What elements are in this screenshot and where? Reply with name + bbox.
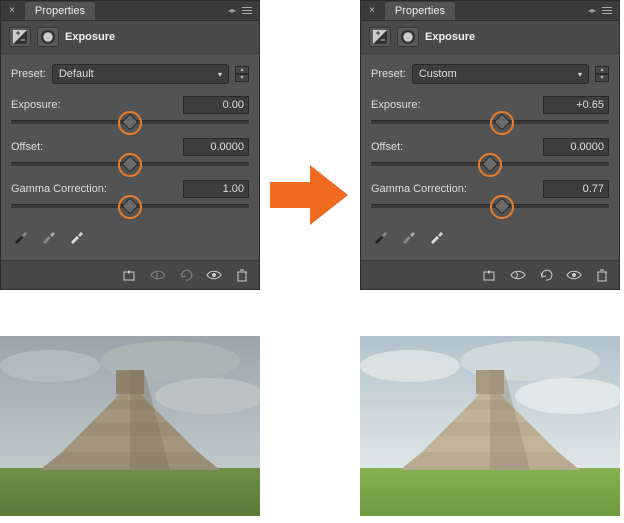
gamma-thumb[interactable]: [493, 198, 510, 215]
collapse-icon[interactable]: ◂▸: [585, 6, 599, 15]
eyedropper-row: [11, 222, 249, 254]
panel-footer: [361, 260, 619, 289]
preview-image-after: [360, 336, 620, 516]
reset-icon[interactable]: [537, 267, 555, 283]
preset-value: Default: [59, 68, 94, 80]
eyedropper-black-icon[interactable]: [13, 228, 29, 244]
exposure-slider-group: Exposure: 0.00: [11, 96, 249, 124]
panel-footer: [1, 260, 259, 289]
exposure-thumb[interactable]: [122, 114, 139, 131]
clip-to-layer-icon[interactable]: [481, 267, 499, 283]
eyedropper-white-icon[interactable]: [69, 228, 85, 244]
collapse-icon[interactable]: ◂▸: [225, 6, 239, 15]
eyedropper-gray-icon[interactable]: [41, 228, 57, 244]
exposure-value[interactable]: +0.65: [543, 96, 609, 114]
properties-panel-after: × Properties ◂▸ Exposure Preset: Custom …: [360, 0, 620, 290]
adjustment-header: Exposure: [361, 21, 619, 54]
preview-image-before: [0, 336, 260, 516]
gamma-track[interactable]: [11, 204, 249, 208]
eyedropper-row: [371, 222, 609, 254]
trash-icon[interactable]: [233, 267, 251, 283]
clip-to-layer-icon[interactable]: [121, 267, 139, 283]
gamma-value[interactable]: 0.77: [543, 180, 609, 198]
exposure-label: Exposure:: [11, 99, 61, 111]
exposure-adjustment-icon[interactable]: [369, 27, 391, 47]
preset-row: Preset: Default ▾ ▴▾: [11, 64, 249, 84]
eyedropper-black-icon[interactable]: [373, 228, 389, 244]
adjustment-header: Exposure: [1, 21, 259, 54]
preset-value: Custom: [419, 68, 457, 80]
transition-arrow: [270, 160, 350, 230]
offset-track[interactable]: [371, 162, 609, 166]
panel-titlebar: × Properties ◂▸: [361, 1, 619, 21]
visibility-icon[interactable]: [205, 267, 223, 283]
exposure-slider-group: Exposure: +0.65: [371, 96, 609, 124]
exposure-track[interactable]: [371, 120, 609, 124]
exposure-value[interactable]: 0.00: [183, 96, 249, 114]
layer-mask-icon[interactable]: [397, 27, 419, 47]
view-previous-icon[interactable]: [149, 267, 167, 283]
reset-icon[interactable]: [177, 267, 195, 283]
preset-dropdown[interactable]: Custom ▾: [412, 64, 589, 84]
exposure-thumb[interactable]: [493, 114, 510, 131]
offset-slider-group: Offset: 0.0000: [11, 138, 249, 166]
preset-label: Preset:: [11, 68, 46, 80]
preset-dropdown[interactable]: Default ▾: [52, 64, 229, 84]
offset-label: Offset:: [371, 141, 403, 153]
eyedropper-white-icon[interactable]: [429, 228, 445, 244]
offset-thumb[interactable]: [122, 156, 139, 173]
trash-icon[interactable]: [593, 267, 611, 283]
offset-label: Offset:: [11, 141, 43, 153]
gamma-slider-group: Gamma Correction: 1.00: [11, 180, 249, 208]
gamma-track[interactable]: [371, 204, 609, 208]
gamma-label: Gamma Correction:: [11, 183, 107, 195]
layer-mask-icon[interactable]: [37, 27, 59, 47]
close-icon[interactable]: ×: [365, 5, 379, 16]
adjustment-name: Exposure: [65, 31, 115, 43]
properties-panel-before: × Properties ◂▸ Exposure Preset: Default…: [0, 0, 260, 290]
offset-track[interactable]: [11, 162, 249, 166]
panel-tab[interactable]: Properties: [25, 2, 95, 20]
gamma-thumb[interactable]: [122, 198, 139, 215]
gamma-value[interactable]: 1.00: [183, 180, 249, 198]
preset-row: Preset: Custom ▾ ▴▾: [371, 64, 609, 84]
visibility-icon[interactable]: [565, 267, 583, 283]
exposure-label: Exposure:: [371, 99, 421, 111]
panel-menu-icon[interactable]: [599, 7, 615, 14]
exposure-track[interactable]: [11, 120, 249, 124]
panel-tab[interactable]: Properties: [385, 2, 455, 20]
eyedropper-gray-icon[interactable]: [401, 228, 417, 244]
offset-value[interactable]: 0.0000: [183, 138, 249, 156]
offset-slider-group: Offset: 0.0000: [371, 138, 609, 166]
view-previous-icon[interactable]: [509, 267, 527, 283]
preset-stepper[interactable]: ▴▾: [595, 66, 609, 82]
preset-stepper[interactable]: ▴▾: [235, 66, 249, 82]
panel-titlebar: × Properties ◂▸: [1, 1, 259, 21]
gamma-slider-group: Gamma Correction: 0.77: [371, 180, 609, 208]
exposure-adjustment-icon[interactable]: [9, 27, 31, 47]
dropdown-chevron-icon: ▾: [218, 70, 222, 79]
offset-thumb[interactable]: [482, 156, 499, 173]
gamma-label: Gamma Correction:: [371, 183, 467, 195]
preset-label: Preset:: [371, 68, 406, 80]
close-icon[interactable]: ×: [5, 5, 19, 16]
offset-value[interactable]: 0.0000: [543, 138, 609, 156]
panel-menu-icon[interactable]: [239, 7, 255, 14]
dropdown-chevron-icon: ▾: [578, 70, 582, 79]
adjustment-name: Exposure: [425, 31, 475, 43]
